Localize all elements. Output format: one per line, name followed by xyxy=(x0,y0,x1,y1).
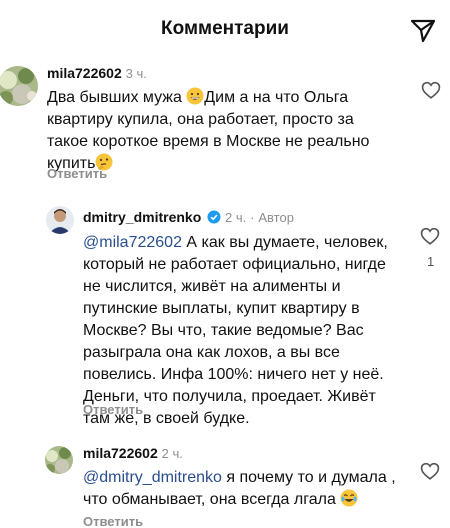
avatar[interactable] xyxy=(45,446,73,474)
comment-username[interactable]: mila722602 3 ч. xyxy=(47,65,147,81)
heart-icon[interactable] xyxy=(420,79,442,101)
heart-icon[interactable] xyxy=(419,225,441,247)
reply-button[interactable]: Ответить xyxy=(47,166,107,181)
comment-text: @dmitry_dmitrenko я почему то и думала ,… xyxy=(83,469,396,508)
like-count: 1 xyxy=(427,254,435,269)
comments-header: Комментарии xyxy=(0,0,450,58)
comment-username[interactable]: dmitry_dmitrenko 2 ч. · Автор xyxy=(83,209,294,225)
comment-2: dmitry_dmitrenko 2 ч. · Автор @mila72260… xyxy=(0,196,450,427)
reply-button[interactable]: Ответить xyxy=(83,514,143,528)
comment-time: 3 ч. xyxy=(125,66,147,81)
comment-time: 2 ч. xyxy=(225,210,247,225)
comment-dot: · xyxy=(250,210,255,225)
comment-username[interactable]: mila722602 2 ч. xyxy=(83,445,183,461)
heart-icon[interactable] xyxy=(419,460,441,482)
comment-1: mila722602 3 ч. Два бывших мужа Дим а на… xyxy=(0,58,450,188)
grinning-face-emoji xyxy=(186,87,204,105)
reply-button[interactable]: Ответить xyxy=(83,402,143,417)
paper-plane-icon[interactable] xyxy=(409,16,437,44)
comment-text: @mila722602 А как вы думаете, человек, к… xyxy=(83,234,388,427)
author-tag: Автор xyxy=(258,210,294,225)
comment-text: Два бывших мужа Дим а на что Ольга кварт… xyxy=(47,87,370,172)
comment-time: 2 ч. xyxy=(161,446,183,461)
mention-link[interactable]: @mila722602 xyxy=(83,234,182,251)
page-title: Комментарии xyxy=(161,18,289,39)
comment-3: mila722602 2 ч. @dmitry_dmitrenko я поче… xyxy=(0,436,450,528)
verified-badge-icon xyxy=(207,210,221,224)
avatar[interactable] xyxy=(0,66,38,106)
avatar[interactable] xyxy=(46,206,74,234)
mention-link[interactable]: @dmitry_dmitrenko xyxy=(83,469,222,486)
tears-of-joy-emoji xyxy=(340,489,358,507)
